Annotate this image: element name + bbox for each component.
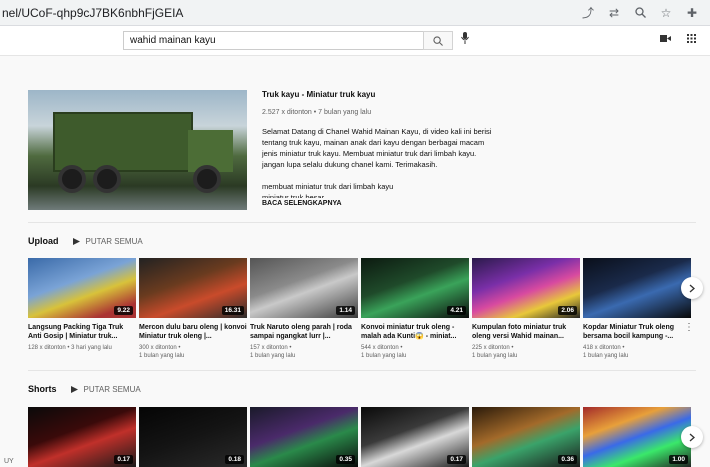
video-views: 225 x ditonton • [472,345,514,351]
video-thumbnail[interactable]: 1.14 [250,258,358,318]
upload-shelf-title[interactable]: Upload [28,236,59,246]
short-duration: 0.17 [114,455,133,464]
short-thumbnail[interactable]: 1.00 [583,407,691,467]
translate-icon[interactable]: ⇄ [606,5,622,21]
video-age: 1 bulan yang lalu [250,353,296,359]
browser-toolbar: nel/UCoF-qhp9cJ7BK6nbhFjGEIA ⤴ ⇄ ☆ ✚ [0,0,710,26]
video-thumbnail[interactable]: 16.31 [139,258,247,318]
chevron-right-icon [689,433,695,441]
video-age: 1 bulan yang lalu [361,353,407,359]
video-card[interactable]: 1.14 Truk Naruto oleng parah | roda sampa… [250,258,358,360]
video-views: 418 x ditonton • [583,345,625,351]
video-duration: 4.21 [447,306,466,315]
video-title[interactable]: Mercon dulu baru oleng | konvoi Miniatur… [139,323,247,341]
video-thumbnail[interactable]: 4.21 [361,258,469,318]
truck-image-body [53,112,193,172]
short-thumbnail[interactable]: 0.18 [139,407,247,467]
read-more-link[interactable]: BACA SELENGKAPNYA [262,200,342,207]
video-age: 1 bulan yang lalu [472,353,518,359]
video-card[interactable]: Kopdar Miniatur Truk oleng bersama bocil… [583,258,691,360]
video-title[interactable]: Kopdar Miniatur Truk oleng bersama bocil… [583,323,691,341]
featured-video-title[interactable]: Truk kayu - Miniatur truk kayu [262,90,492,99]
divider [28,222,696,223]
video-title[interactable]: Konvoi miniatur truk oleng - malah ada K… [361,323,469,341]
short-thumbnail[interactable]: 0.17 [28,407,136,467]
short-duration: 0.36 [558,455,577,464]
video-card[interactable]: 16.31 Mercon dulu baru oleng | konvoi Min… [139,258,247,360]
video-thumbnail[interactable]: 9.22 [28,258,136,318]
mic-icon[interactable] [461,32,469,47]
description-line: membuat miniatur truk dari limbah kayu [262,182,394,191]
zoom-icon[interactable] [632,5,648,21]
video-age: 1 bulan yang lalu [583,353,629,359]
video-duration: 2.06 [558,306,577,315]
video-thumbnail[interactable]: 2.06 [472,258,580,318]
description-paragraph: Selamat Datang di Chanel Wahid Mainan Ka… [262,127,492,169]
description-line: miniatur truk besar [262,193,325,198]
play-all-button[interactable]: PUTAR SEMUA [72,236,143,246]
video-views: 300 x ditonton • [139,345,181,351]
short-thumbnail[interactable]: 0.35 [250,407,358,467]
video-duration: 16.31 [221,306,244,315]
share-icon[interactable]: ⤴ [580,5,596,21]
short-thumbnail[interactable]: 0.36 [472,407,580,467]
apps-grid-icon[interactable] [687,34,696,46]
truck-image-wheel [193,165,221,193]
divider [28,370,696,371]
shorts-next-button[interactable] [681,426,703,448]
corner-text: UY [4,458,14,465]
search-icon [433,35,443,46]
featured-video-meta: 2.527 x ditonton • 7 bulan yang lalu [262,109,372,116]
featured-video-info: Truk kayu - Miniatur truk kayu 2.527 x d… [262,90,492,198]
video-duration: 1.14 [336,306,355,315]
shorts-shelf-header: Shorts PUTAR SEMUA [28,384,141,394]
shorts-shelf-title[interactable]: Shorts [28,384,57,394]
shorts-row: 0.17 0.18 0.35 0.17 0.36 1.00 [28,407,691,467]
short-duration: 0.18 [225,455,244,464]
play-icon [72,237,80,245]
short-duration: 0.17 [447,455,466,464]
featured-video-thumbnail[interactable] [28,90,247,210]
search-button[interactable] [423,31,453,50]
video-views: 128 x ditonton • 3 hari yang lalu [28,345,112,351]
video-duration: 9.22 [114,306,133,315]
more-options-icon[interactable]: ⋮ [684,322,694,333]
video-views: 157 x ditonton • [250,345,292,351]
video-title[interactable]: Langsung Packing Tiga Truk Anti Gosip | … [28,323,136,341]
shelf-next-button[interactable] [681,277,703,299]
extension-icon[interactable]: ✚ [684,5,700,21]
star-icon[interactable]: ☆ [658,5,674,21]
address-bar[interactable]: nel/UCoF-qhp9cJ7BK6nbhFjGEIA [0,6,580,20]
upload-shelf-header: Upload PUTAR SEMUA [28,236,143,246]
truck-image-wheel [58,165,86,193]
video-card[interactable]: 2.06 Kumpulan foto miniatur truk oleng ve… [472,258,580,360]
video-thumbnail[interactable] [583,258,691,318]
video-title[interactable]: Kumpulan foto miniatur truk oleng versi … [472,323,580,341]
short-thumbnail[interactable]: 0.17 [361,407,469,467]
video-views: 544 x ditonton • [361,345,403,351]
upload-video-row: 9.22 Langsung Packing Tiga Truk Anti Gosi… [28,258,691,360]
create-video-icon[interactable] [660,34,671,46]
truck-image-wheel [93,165,121,193]
video-title[interactable]: Truk Naruto oleng parah | roda sampai ng… [250,323,358,341]
play-all-label: PUTAR SEMUA [83,384,141,394]
youtube-header: wahid mainan kayu [0,26,710,56]
video-card[interactable]: 9.22 Langsung Packing Tiga Truk Anti Gosi… [28,258,136,360]
video-card[interactable]: 4.21 Konvoi miniatur truk oleng - malah a… [361,258,469,360]
play-all-label: PUTAR SEMUA [85,236,143,246]
play-icon [70,385,78,393]
chevron-right-icon [689,284,695,292]
short-duration: 0.35 [336,455,355,464]
short-duration: 1.00 [669,455,688,464]
play-all-button[interactable]: PUTAR SEMUA [70,384,141,394]
search-input[interactable]: wahid mainan kayu [123,31,425,50]
video-age: 1 bulan yang lalu [139,353,185,359]
featured-video-description: Selamat Datang di Chanel Wahid Mainan Ka… [262,126,492,198]
